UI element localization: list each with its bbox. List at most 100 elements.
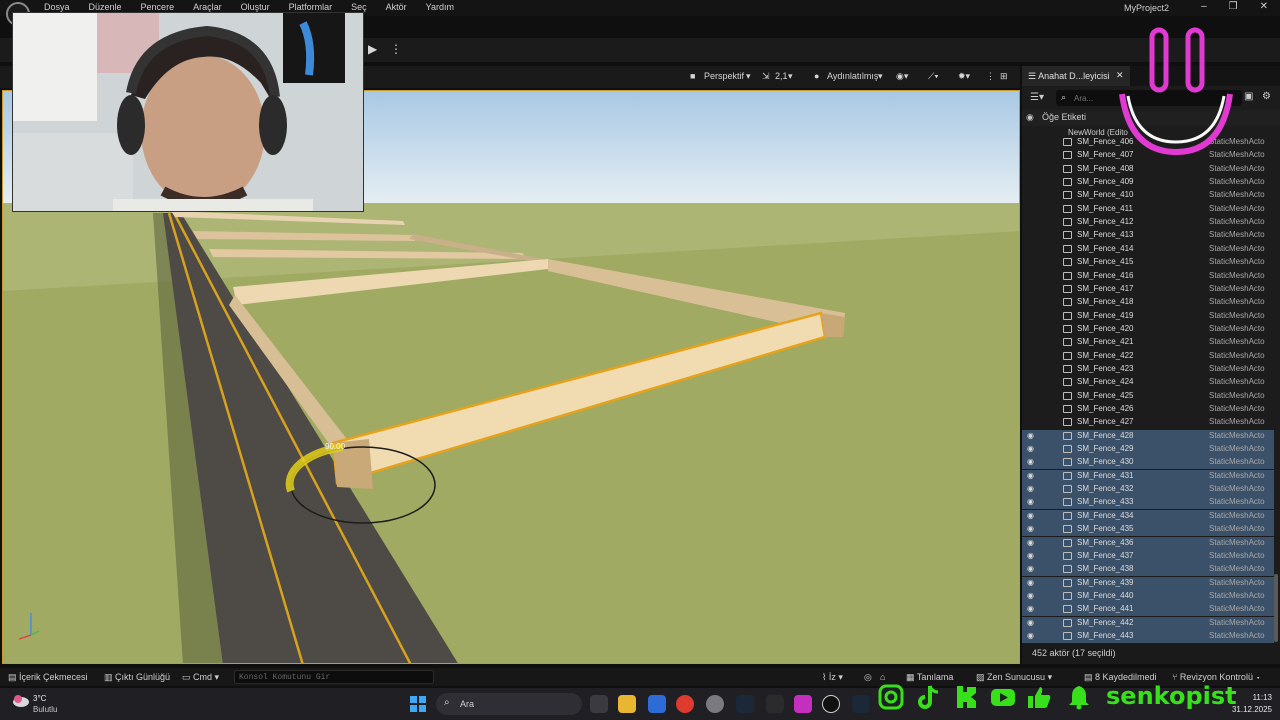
layout-grid-icon[interactable]: ⊞ bbox=[1000, 71, 1008, 82]
outliner-row[interactable]: ◉ SM_Fence_436 StaticMeshActo bbox=[1022, 536, 1274, 550]
item-label-column[interactable]: Öğe Etiketi bbox=[1042, 112, 1086, 122]
outliner-row[interactable]: SM_Fence_417 StaticMeshActo bbox=[1022, 283, 1274, 296]
app-pink-icon[interactable] bbox=[794, 695, 812, 713]
output-log-button[interactable]: ▥ Çıktı Günlüğü bbox=[104, 672, 170, 683]
lighting-icon[interactable]: ● bbox=[814, 71, 819, 81]
outliner-row[interactable]: SM_Fence_408 StaticMeshActo bbox=[1022, 163, 1274, 176]
outliner-row[interactable]: SM_Fence_420 StaticMeshActo bbox=[1022, 323, 1274, 336]
perspective-dropdown[interactable]: Perspektif bbox=[704, 71, 744, 81]
outliner-row[interactable]: SM_Fence_421 StaticMeshActo bbox=[1022, 336, 1274, 349]
new-folder-icon[interactable]: ▣ bbox=[1244, 91, 1253, 102]
visibility-eye-icon[interactable]: ◉ bbox=[1027, 631, 1034, 640]
taskbar-search[interactable]: ⌕ Ara bbox=[436, 693, 582, 715]
outliner-row[interactable]: SM_Fence_413 StaticMeshActo bbox=[1022, 229, 1274, 242]
outliner-row[interactable]: SM_Fence_411 StaticMeshActo bbox=[1022, 203, 1274, 216]
outliner-row[interactable]: ◉ SM_Fence_431 StaticMeshActo bbox=[1022, 469, 1274, 483]
cmd-dropdown[interactable]: ▭ Cmd ▾ bbox=[182, 672, 219, 683]
visibility-eye-icon[interactable]: ◉ bbox=[1027, 538, 1034, 547]
outliner-row[interactable]: ◉ SM_Fence_443 StaticMeshActo bbox=[1022, 629, 1274, 643]
visibility-eye-icon[interactable]: ◉ bbox=[1027, 578, 1034, 587]
visibility-eye-icon[interactable]: ◉ bbox=[1027, 444, 1034, 453]
outliner-row[interactable]: SM_Fence_423 StaticMeshActo bbox=[1022, 363, 1274, 376]
outliner-row[interactable]: SM_Fence_412 StaticMeshActo bbox=[1022, 216, 1274, 229]
outliner-settings-icon[interactable]: ⚙ bbox=[1262, 91, 1271, 102]
outliner-row[interactable]: ◉ SM_Fence_442 StaticMeshActo bbox=[1022, 616, 1274, 630]
settings-gear-icon[interactable]: ✹▾ bbox=[958, 71, 970, 82]
outliner-row[interactable]: SM_Fence_427 StaticMeshActo bbox=[1022, 416, 1274, 429]
windows-start-icon[interactable] bbox=[410, 696, 426, 712]
visibility-eye-icon[interactable]: ◉ bbox=[1027, 604, 1034, 613]
unreal-engine-icon[interactable] bbox=[822, 695, 840, 713]
play-icon[interactable]: ▶ bbox=[368, 42, 386, 58]
visibility-eye-icon[interactable]: ◉ bbox=[1027, 524, 1034, 533]
outliner-row[interactable]: ◉ SM_Fence_429 StaticMeshActo bbox=[1022, 443, 1274, 457]
menu-dosya[interactable]: Dosya bbox=[44, 2, 70, 12]
file-explorer-icon[interactable] bbox=[618, 695, 636, 713]
visibility-eye-icon[interactable]: ◉ bbox=[1027, 618, 1034, 627]
viewport-options-icon[interactable]: ⋮ bbox=[986, 71, 995, 82]
maximize-icon[interactable]: ❐ bbox=[1229, 1, 1238, 12]
menu-araclar[interactable]: Araçlar bbox=[193, 2, 222, 12]
record-icon[interactable]: ◎ bbox=[864, 672, 872, 683]
outliner-row[interactable]: ◉ SM_Fence_441 StaticMeshActo bbox=[1022, 603, 1274, 617]
snap-icon[interactable]: ⟋▾ bbox=[928, 71, 939, 82]
outliner-row[interactable]: ◉ SM_Fence_437 StaticMeshActo bbox=[1022, 549, 1274, 563]
outliner-scrollbar[interactable] bbox=[1274, 574, 1278, 642]
more-options-icon[interactable]: ⋮ bbox=[390, 42, 402, 56]
minimize-icon[interactable]: – bbox=[1201, 1, 1207, 12]
outliner-row[interactable]: SM_Fence_422 StaticMeshActo bbox=[1022, 350, 1274, 363]
outliner-row[interactable]: ◉ SM_Fence_428 StaticMeshActo bbox=[1022, 429, 1274, 443]
trace-button[interactable]: ⌇ İz ▾ bbox=[822, 672, 843, 683]
visibility-eye-icon[interactable]: ◉ bbox=[1027, 484, 1034, 493]
fov-chevron-icon[interactable]: ▾ bbox=[788, 71, 793, 82]
outliner-row[interactable]: ◉ SM_Fence_430 StaticMeshActo bbox=[1022, 456, 1274, 470]
task-view-icon[interactable] bbox=[590, 695, 608, 713]
outliner-row[interactable]: SM_Fence_424 StaticMeshActo bbox=[1022, 376, 1274, 389]
steam-icon[interactable] bbox=[736, 695, 754, 713]
steam-2-icon[interactable] bbox=[852, 695, 870, 713]
outliner-row[interactable]: ◉ SM_Fence_433 StaticMeshActo bbox=[1022, 496, 1274, 510]
outliner-row[interactable]: SM_Fence_409 StaticMeshActo bbox=[1022, 176, 1274, 189]
visibility-eye-icon[interactable]: ◉ bbox=[1026, 112, 1034, 123]
fov-icon[interactable]: ⇲ bbox=[762, 71, 770, 82]
cloud-weather-icon[interactable] bbox=[12, 693, 30, 707]
camera-icon[interactable]: ■ bbox=[690, 71, 695, 81]
content-drawer-button[interactable]: ▤ İçerik Çekmecesi bbox=[8, 672, 88, 683]
visibility-eye-icon[interactable]: ◉ bbox=[1027, 497, 1034, 506]
visibility-eye-icon[interactable]: ◉ bbox=[1027, 564, 1034, 573]
outliner-row[interactable]: SM_Fence_410 StaticMeshActo bbox=[1022, 189, 1274, 202]
outliner-row[interactable]: SM_Fence_414 StaticMeshActo bbox=[1022, 243, 1274, 256]
lighting-mode-dropdown[interactable]: Aydınlatılmış bbox=[827, 71, 878, 81]
github-icon[interactable] bbox=[706, 695, 724, 713]
menu-yardim[interactable]: Yardım bbox=[426, 2, 454, 12]
visibility-eye-icon[interactable]: ◉ bbox=[1027, 457, 1034, 466]
epic-games-icon[interactable] bbox=[766, 695, 784, 713]
perspective-chevron-icon[interactable]: ▾ bbox=[746, 71, 751, 82]
outliner-row[interactable]: SM_Fence_415 StaticMeshActo bbox=[1022, 256, 1274, 269]
chrome-icon[interactable] bbox=[676, 695, 694, 713]
menu-pencere[interactable]: Pencere bbox=[141, 2, 175, 12]
lighting-chevron-icon[interactable]: ▾ bbox=[878, 71, 883, 82]
show-flags-eye-icon[interactable]: ◉▾ bbox=[896, 71, 908, 82]
console-input[interactable]: Konsol Komutunu Gir bbox=[234, 670, 434, 684]
outliner-row[interactable]: SM_Fence_426 StaticMeshActo bbox=[1022, 403, 1274, 416]
outliner-row[interactable]: SM_Fence_416 StaticMeshActo bbox=[1022, 270, 1274, 283]
menu-olustur[interactable]: Oluştur bbox=[241, 2, 270, 12]
visibility-eye-icon[interactable]: ◉ bbox=[1027, 431, 1034, 440]
close-icon[interactable]: ✕ bbox=[1260, 1, 1268, 12]
outliner-row[interactable]: ◉ SM_Fence_435 StaticMeshActo bbox=[1022, 523, 1274, 537]
outliner-row[interactable]: SM_Fence_418 StaticMeshActo bbox=[1022, 296, 1274, 309]
visibility-eye-icon[interactable]: ◉ bbox=[1027, 591, 1034, 600]
outliner-row[interactable]: ◉ SM_Fence_434 StaticMeshActo bbox=[1022, 509, 1274, 523]
outliner-row[interactable]: ◉ SM_Fence_439 StaticMeshActo bbox=[1022, 576, 1274, 590]
outliner-row[interactable]: ◉ SM_Fence_432 StaticMeshActo bbox=[1022, 483, 1274, 497]
ms-store-icon[interactable] bbox=[648, 695, 666, 713]
outliner-row[interactable]: SM_Fence_419 StaticMeshActo bbox=[1022, 310, 1274, 323]
menu-aktor[interactable]: Aktör bbox=[386, 2, 407, 12]
visibility-eye-icon[interactable]: ◉ bbox=[1027, 551, 1034, 560]
menu-sec[interactable]: Seç bbox=[351, 2, 367, 12]
outliner-row[interactable]: SM_Fence_425 StaticMeshActo bbox=[1022, 390, 1274, 403]
outliner-row[interactable]: ◉ SM_Fence_438 StaticMeshActo bbox=[1022, 563, 1274, 577]
visibility-eye-icon[interactable]: ◉ bbox=[1027, 471, 1034, 480]
menu-duzenle[interactable]: Düzenle bbox=[89, 2, 122, 12]
